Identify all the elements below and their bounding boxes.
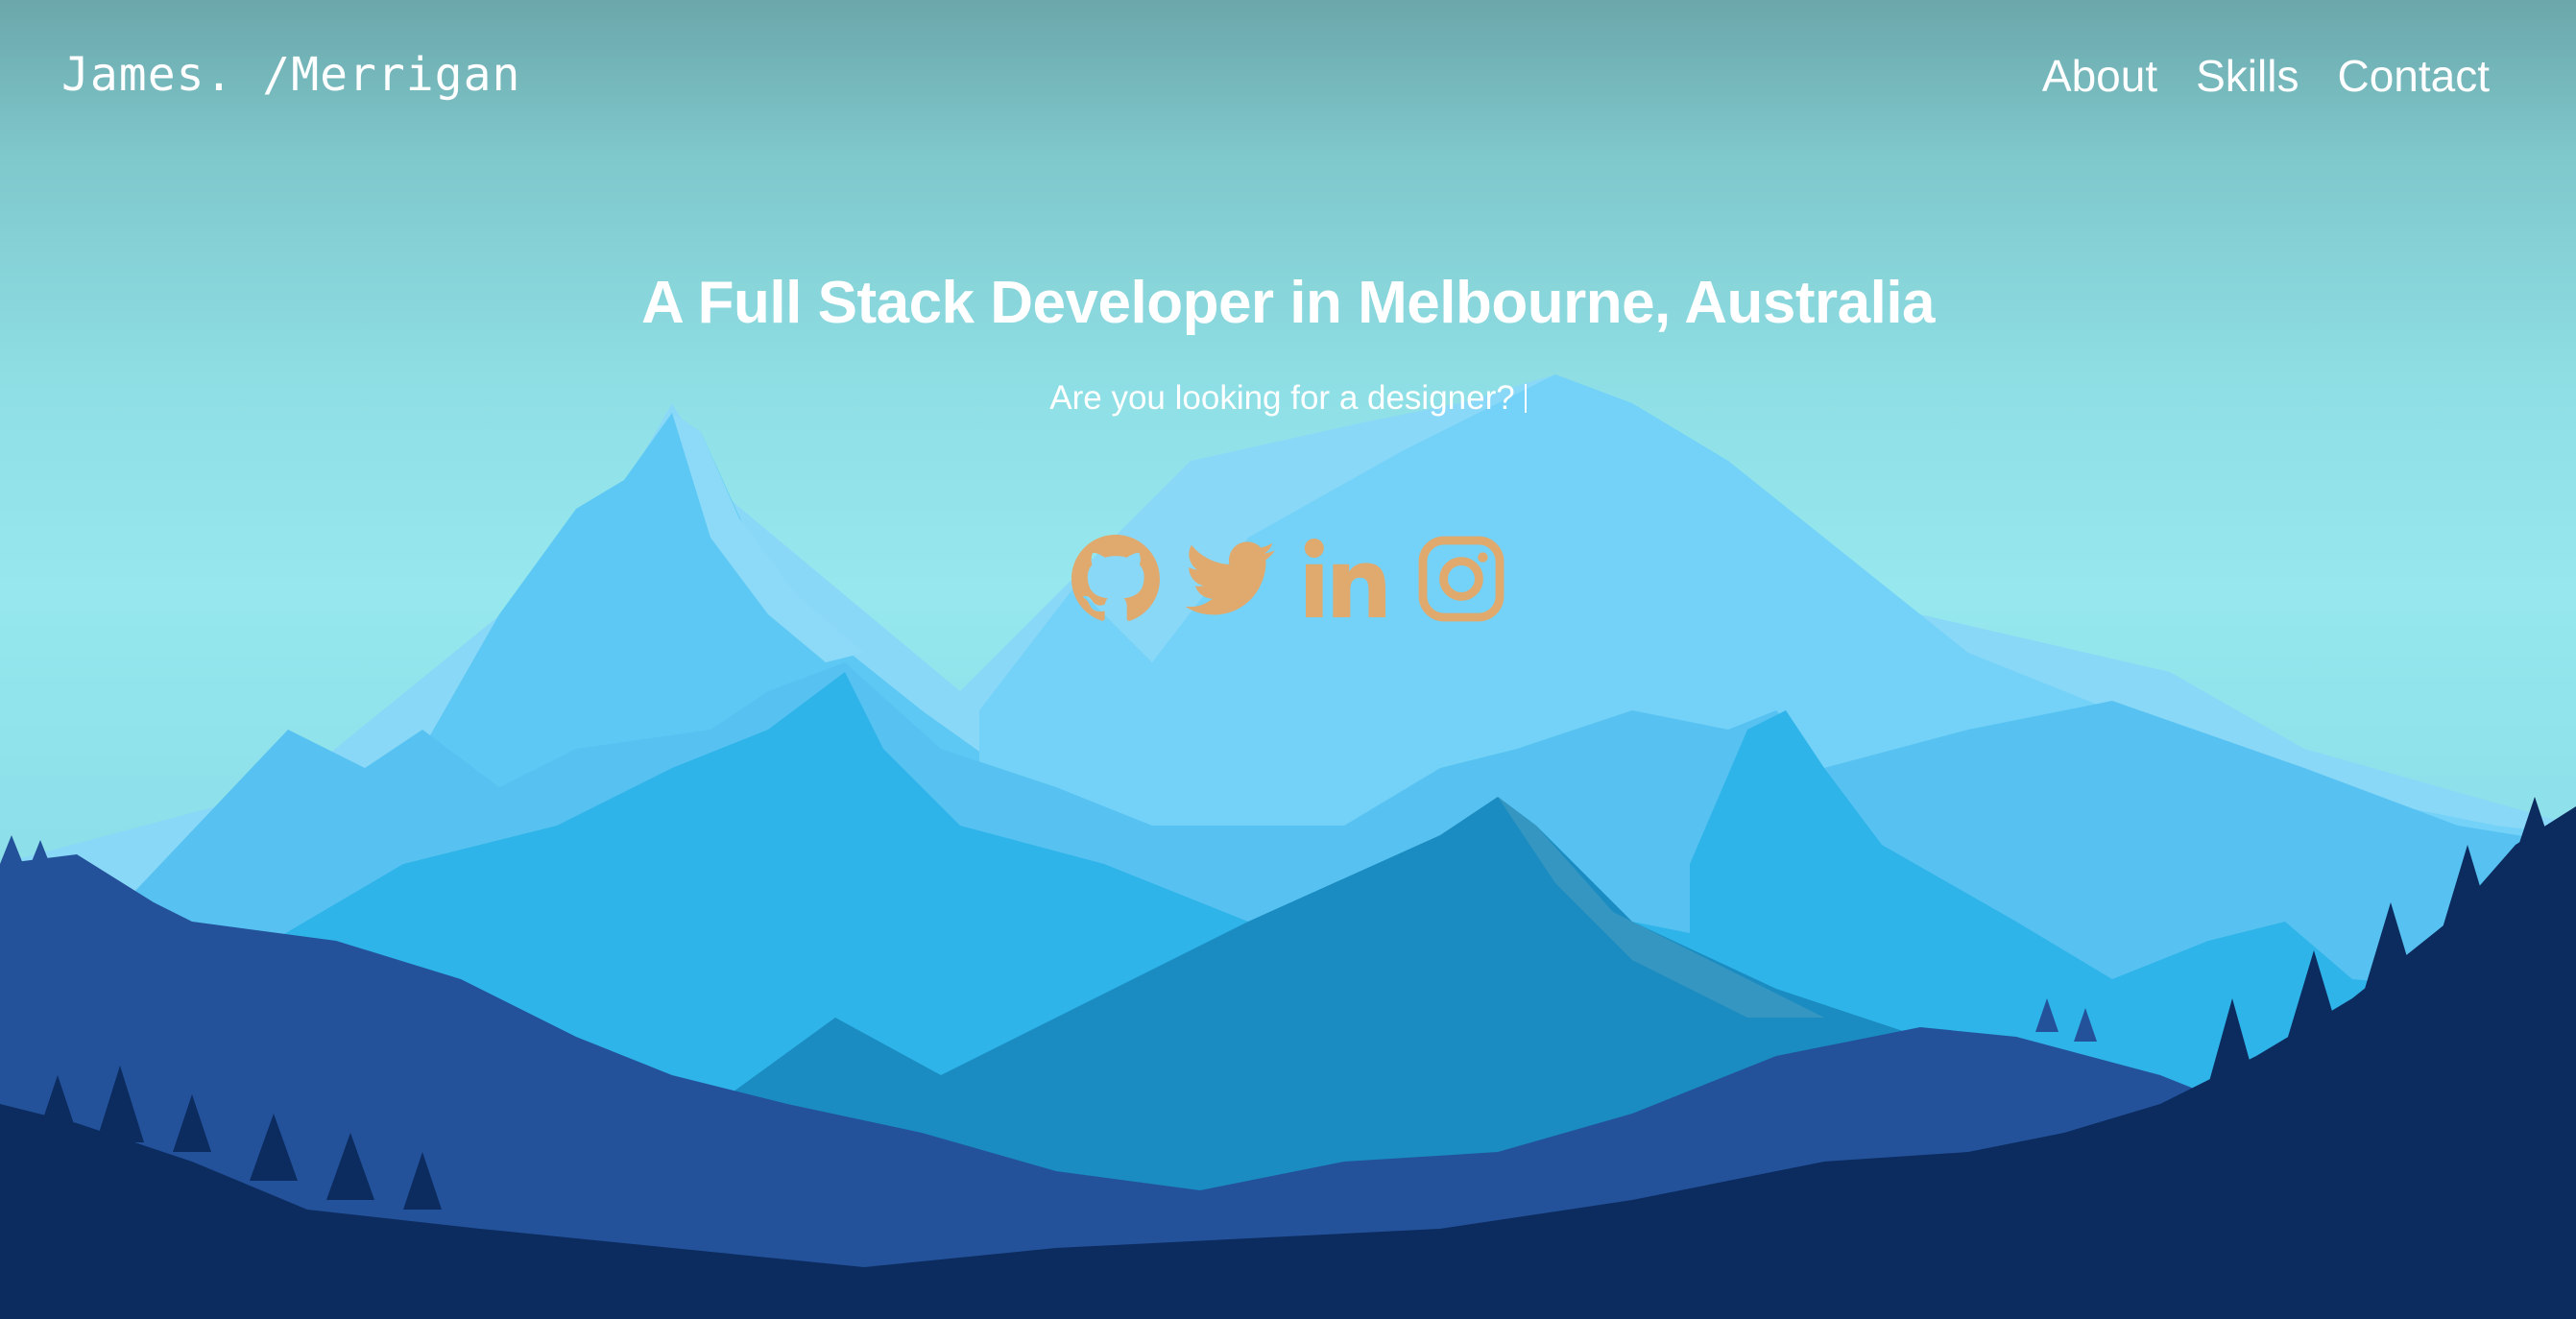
github-link[interactable]: [1070, 533, 1162, 625]
nav-link-contact[interactable]: Contact: [2337, 50, 2490, 102]
instagram-icon: [1418, 536, 1504, 622]
linkedin-icon: [1304, 539, 1385, 617]
hero-title: A Full Stack Developer in Melbourne, Aus…: [640, 270, 1936, 336]
typing-cursor: [1524, 384, 1527, 413]
hero-subtitle: Are you looking for a designer?: [0, 379, 2576, 418]
github-icon: [1071, 535, 1160, 621]
nav-link-skills[interactable]: Skills: [2196, 50, 2299, 102]
nav-link-about[interactable]: About: [2042, 50, 2157, 102]
typing-text: Are you looking for a designer?: [1049, 379, 1515, 417]
hero-section: A Full Stack Developer in Melbourne, Aus…: [0, 269, 2576, 418]
instagram-link[interactable]: [1415, 533, 1507, 625]
social-links: [0, 533, 2576, 625]
twitter-icon: [1184, 541, 1275, 615]
nav-links: About Skills Contact: [2042, 50, 2490, 102]
twitter-link[interactable]: [1184, 533, 1277, 625]
linkedin-link[interactable]: [1300, 533, 1392, 625]
mountain-landscape-background: [0, 374, 2576, 1319]
top-navigation: James. /Merrigan About Skills Contact: [0, 0, 2576, 163]
brand-logo[interactable]: James. /Merrigan: [61, 48, 520, 102]
